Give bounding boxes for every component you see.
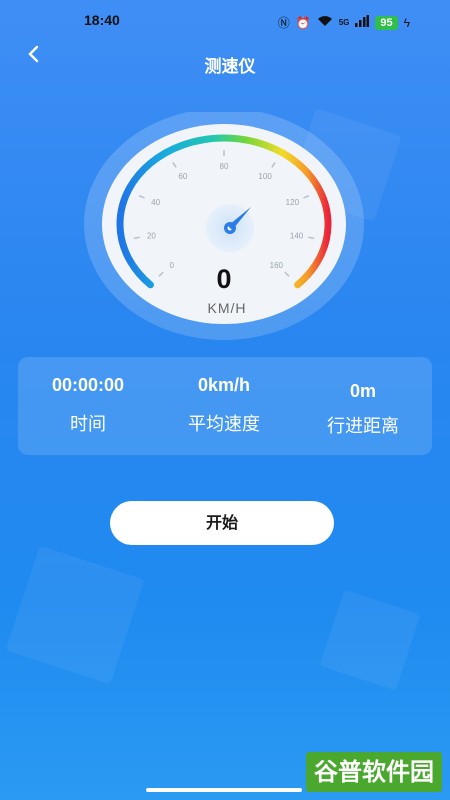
alarm-icon: ⏰ bbox=[295, 15, 311, 30]
stat-time-label: 时间 bbox=[70, 414, 106, 435]
stat-avg-speed-value: 0km/h bbox=[197, 375, 251, 395]
gauge-tick-label: 80 bbox=[220, 162, 229, 171]
speed-value: 0 bbox=[216, 264, 232, 294]
background-decoration bbox=[5, 545, 145, 685]
background-decoration bbox=[319, 589, 421, 691]
wifi-icon bbox=[317, 15, 333, 30]
status-time: 18:40 bbox=[84, 12, 120, 28]
stat-distance: 0m 行进距离 bbox=[293, 381, 433, 438]
stat-distance-label: 行进距离 bbox=[327, 416, 399, 437]
start-button[interactable]: 开始 bbox=[110, 501, 334, 545]
gauge-tick-label: 60 bbox=[178, 172, 187, 181]
status-icons: Ⓝ ⏰ 5G 95 ϟ bbox=[278, 14, 410, 31]
stat-avg-speed-label: 平均速度 bbox=[188, 414, 260, 435]
status-bar: 18:40 Ⓝ ⏰ 5G 95 ϟ bbox=[0, 0, 450, 40]
stat-distance-value: 0m bbox=[349, 381, 376, 401]
stat-avg-speed: 0km/h 平均速度 bbox=[154, 375, 294, 436]
gauge-tick-label: 140 bbox=[290, 231, 304, 240]
home-indicator[interactable] bbox=[146, 788, 302, 792]
battery-indicator: 95 bbox=[375, 15, 398, 30]
network-label: 5G bbox=[338, 18, 350, 27]
speed-unit: KM/H bbox=[207, 300, 247, 316]
signal-icon bbox=[355, 15, 370, 30]
speedometer-gauge: 0 20 40 60 80 100 120 140 160 0 KM/H bbox=[84, 108, 364, 342]
stat-time: 00:00:00 时间 bbox=[18, 375, 158, 436]
stat-time-value: 00:00:00 bbox=[51, 375, 125, 395]
gauge-tick-label: 120 bbox=[286, 198, 300, 207]
watermark-logo: 谷普软件园 bbox=[306, 752, 442, 792]
top-nav: 测速仪 bbox=[0, 40, 450, 80]
gauge-tick-label: 100 bbox=[258, 172, 272, 181]
charging-icon: ϟ bbox=[403, 15, 410, 30]
nfc-icon: Ⓝ bbox=[277, 16, 290, 30]
stats-card: 00:00:00 时间 0km/h 平均速度 0m 行进距离 bbox=[18, 357, 432, 455]
gauge-tick-label: 20 bbox=[147, 231, 156, 240]
page-title: 测速仪 bbox=[204, 57, 256, 76]
gauge-tick-label: 40 bbox=[151, 198, 160, 207]
